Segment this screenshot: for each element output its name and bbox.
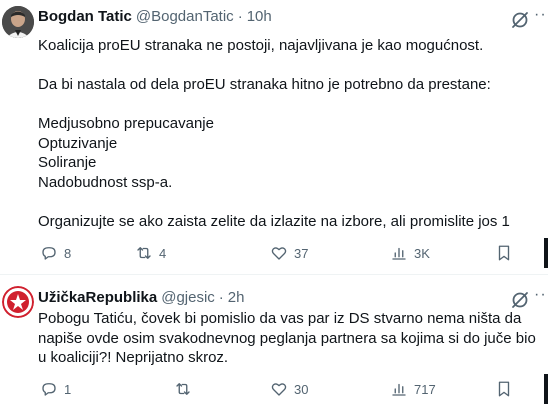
more-options-icon[interactable]: ··· xyxy=(534,286,548,304)
like-button[interactable]: 30 xyxy=(270,380,308,398)
reply-count: 1 xyxy=(64,381,72,397)
reply-count: 8 xyxy=(64,245,72,261)
views-count: 717 xyxy=(414,381,436,397)
text-line xyxy=(38,56,510,76)
repost-button[interactable]: 4 xyxy=(135,244,166,262)
timestamp[interactable]: 10h xyxy=(247,8,272,25)
like-icon xyxy=(271,383,287,396)
text-line: napiše ovde osim svakodnevnog peglanja p… xyxy=(38,329,536,347)
text-line: Koalicija proEU stranaka ne postoji, naj… xyxy=(38,37,484,54)
tweet-bogdan-tatic[interactable]: Bogdan Tatic @BogdanTatic · 10h ··· Koal… xyxy=(0,0,548,275)
bookmark-button[interactable] xyxy=(495,244,513,262)
repost-button[interactable] xyxy=(174,380,198,398)
reply-icon xyxy=(42,247,56,260)
like-count: 30 xyxy=(294,381,309,397)
action-bar: 8 4 37 3K xyxy=(38,244,548,264)
repost-count: 4 xyxy=(159,245,167,261)
text-line: Pobogu Tatiću, čovek bi pomislio da vas … xyxy=(38,310,522,327)
text-line: u koaliciji?! Neprijatno skroz. xyxy=(38,349,229,366)
text-line xyxy=(38,192,510,212)
grok-slash-icon[interactable] xyxy=(510,290,530,310)
share-button-edge[interactable] xyxy=(544,238,548,268)
tweet-header: Bogdan Tatic @BogdanTatic · 10h xyxy=(38,8,272,25)
bookmark-icon xyxy=(498,381,510,397)
text-line xyxy=(38,95,510,115)
like-button[interactable]: 37 xyxy=(270,244,308,262)
views-button[interactable]: 3K xyxy=(390,244,430,262)
text-line: Medjusobno prepucavanje xyxy=(38,115,214,132)
text-line: Organizujte se ako zaista zelite da izla… xyxy=(38,212,510,230)
tweet-text: Pobogu Tatiću, čovek bi pomislio da vas … xyxy=(38,309,536,368)
avatar[interactable] xyxy=(2,286,34,318)
separator-dot: · xyxy=(218,289,224,306)
reply-button[interactable]: 1 xyxy=(40,380,71,398)
tweet-text: Koalicija proEU stranaka ne postoji, naj… xyxy=(38,36,510,231)
repost-icon xyxy=(137,247,151,259)
text-line: Da bi nastala od dela proEU stranaka hit… xyxy=(38,76,491,93)
like-count: 37 xyxy=(294,245,309,261)
text-line: Soliranje xyxy=(38,154,97,171)
author-name[interactable]: Bogdan Tatic xyxy=(38,8,132,25)
views-icon xyxy=(392,247,406,260)
tweet-header: UžičkaRepublika @gjesic · 2h xyxy=(38,289,244,306)
like-icon xyxy=(271,247,287,260)
grok-slash-icon[interactable] xyxy=(510,10,530,30)
text-line: Nadobudnost ssp-a. xyxy=(38,173,173,191)
views-count: 3K xyxy=(414,245,430,261)
more-options-icon[interactable]: ··· xyxy=(534,6,548,24)
avatar[interactable] xyxy=(2,6,34,38)
repost-icon xyxy=(176,383,190,395)
action-bar: 1 30 717 xyxy=(38,380,548,400)
author-name[interactable]: UžičkaRepublika xyxy=(38,289,157,306)
separator-dot: · xyxy=(237,8,243,25)
timestamp[interactable]: 2h xyxy=(228,289,245,306)
views-icon xyxy=(392,383,406,396)
text-line: Optuzivanje xyxy=(38,134,118,152)
share-button-edge[interactable] xyxy=(544,374,548,404)
bookmark-icon xyxy=(498,245,510,261)
author-handle[interactable]: @BogdanTatic xyxy=(136,8,234,25)
bookmark-button[interactable] xyxy=(495,380,513,398)
views-button[interactable]: 717 xyxy=(390,380,436,398)
reply-button[interactable]: 8 xyxy=(40,244,71,262)
author-handle[interactable]: @gjesic xyxy=(161,289,215,306)
reply-icon xyxy=(42,383,56,396)
